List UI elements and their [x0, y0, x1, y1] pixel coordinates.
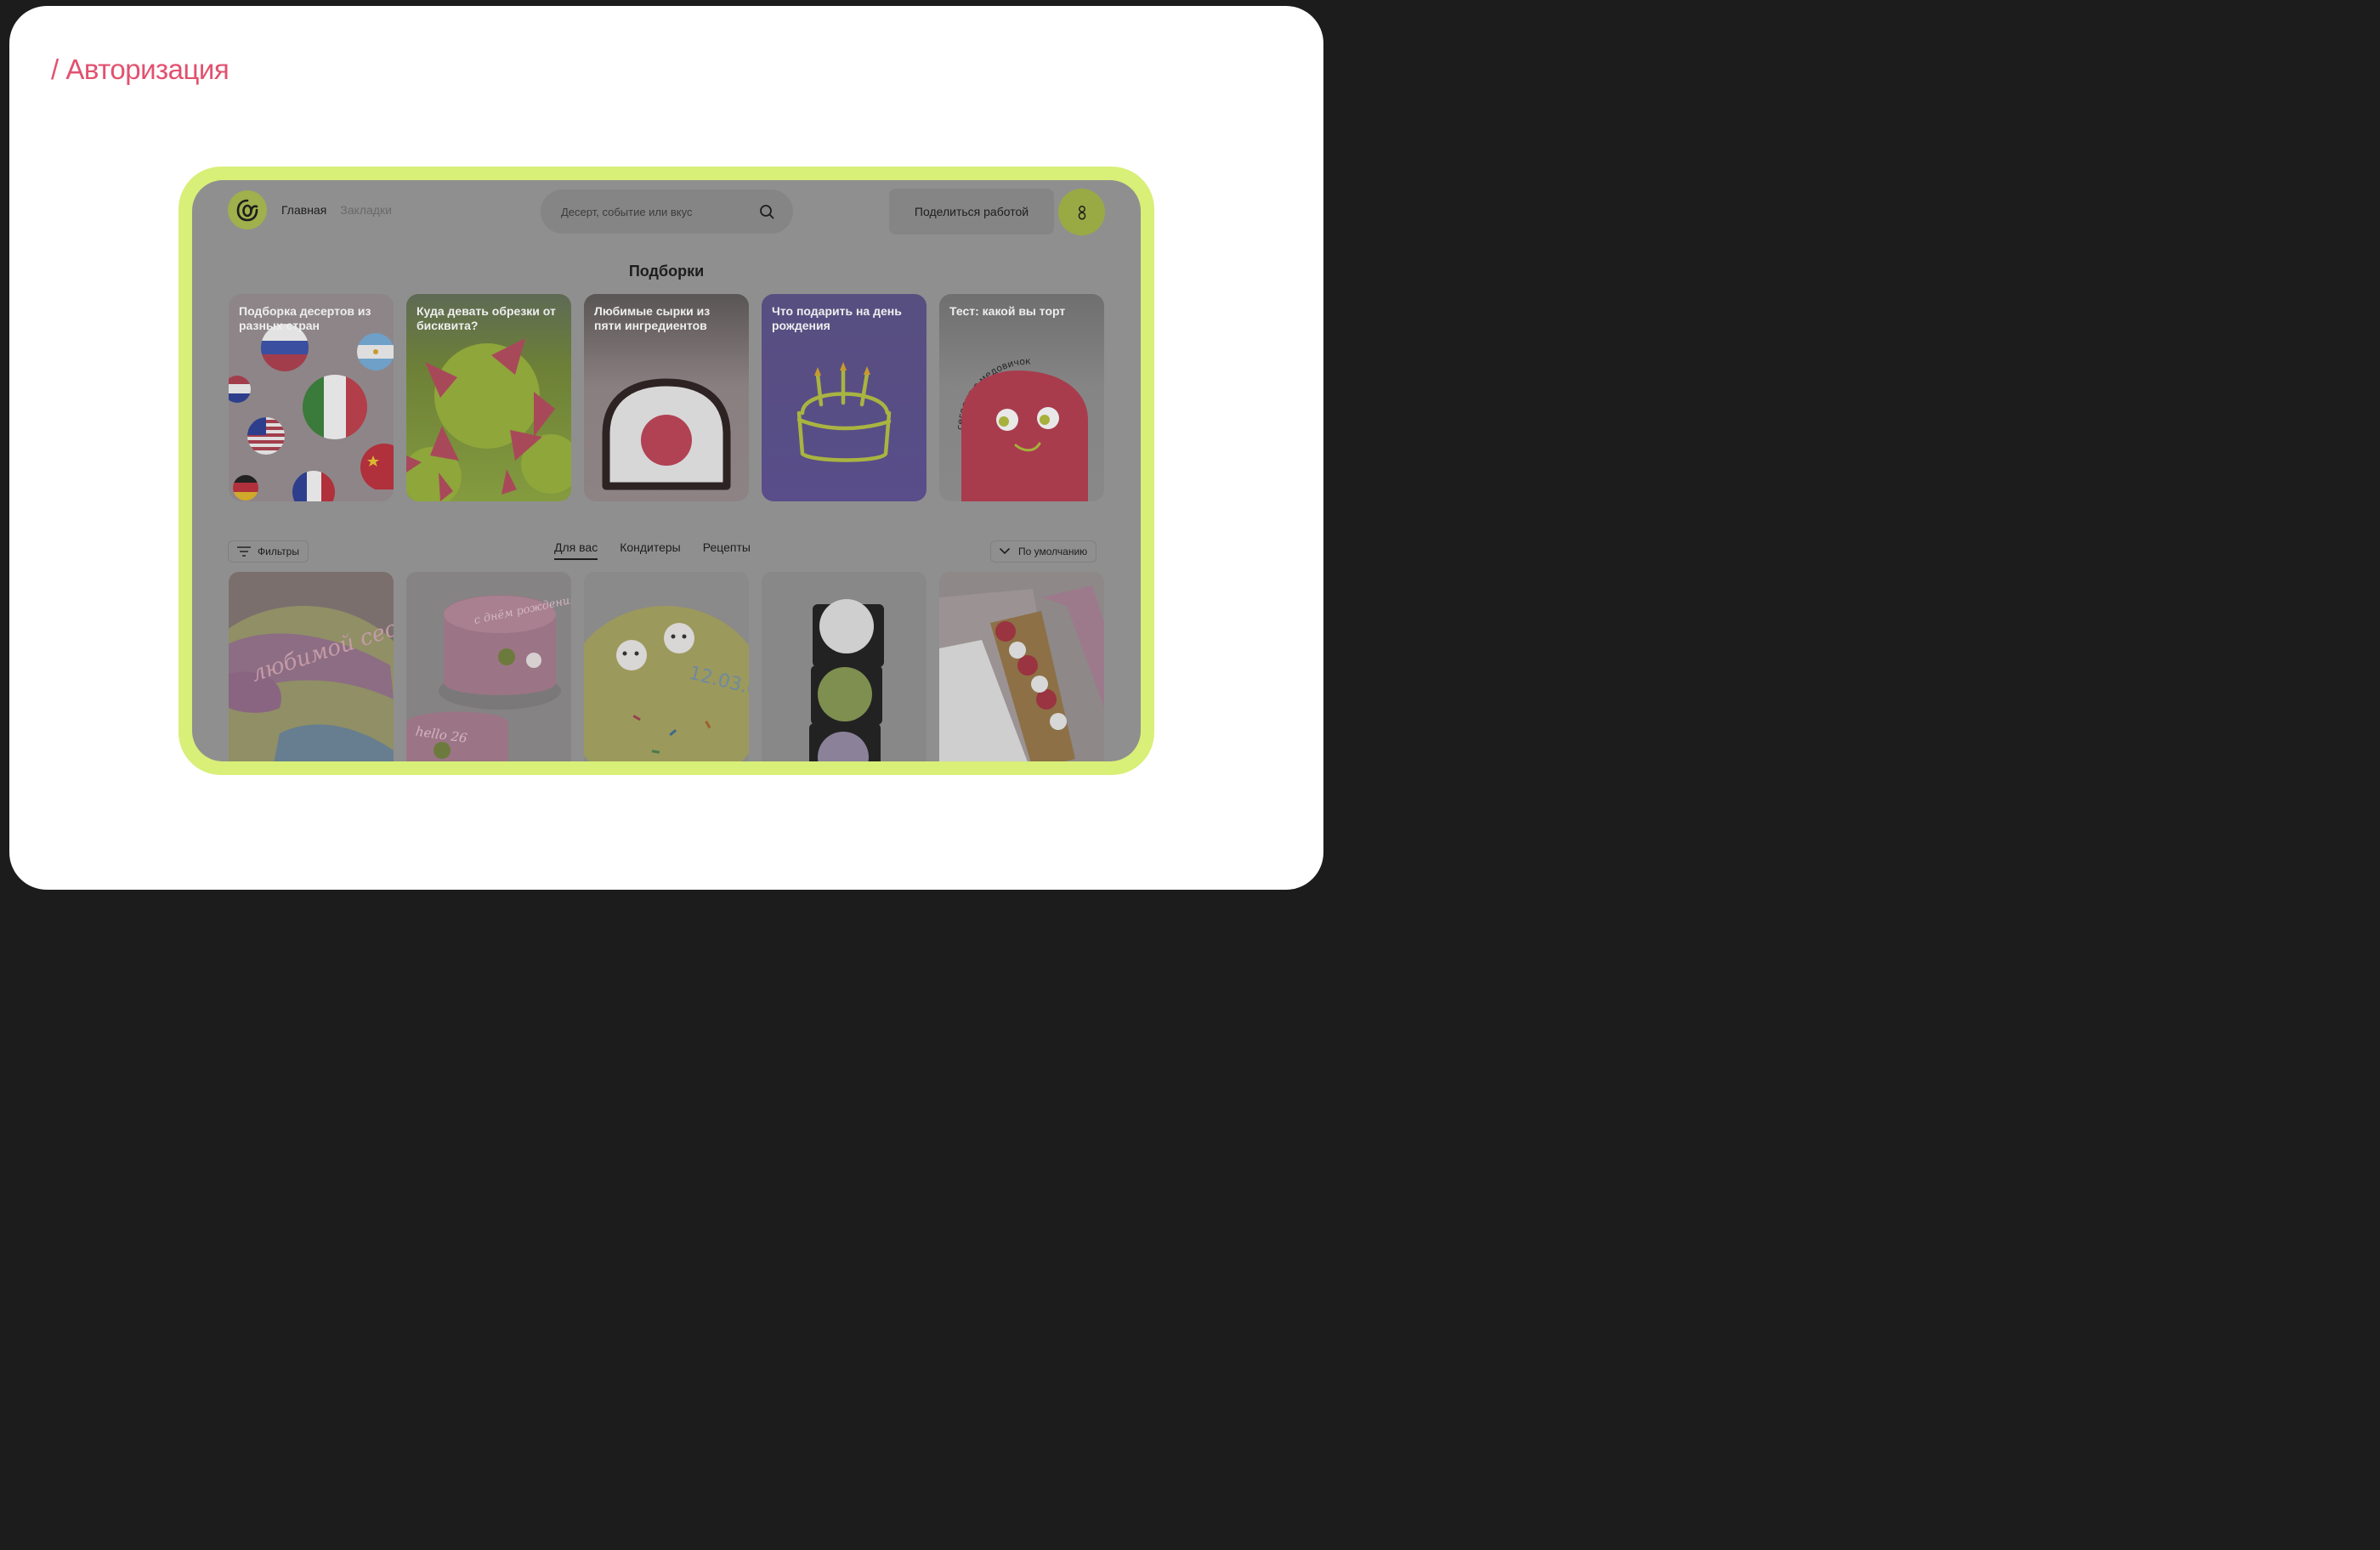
app-screen: Главная Закладки Поделиться работой Подб…: [192, 180, 1141, 761]
collections-title: Подборки: [628, 263, 705, 280]
card-title: Что подарить на день рождения: [772, 304, 902, 332]
card-title: Подборка десертов из разных стран: [239, 304, 371, 332]
tab-confectioners[interactable]: Кондитеры: [620, 540, 681, 560]
feed-card[interactable]: 12.03.00: [584, 572, 749, 761]
cake-photo: [939, 572, 1104, 761]
search-icon[interactable]: [759, 204, 774, 219]
device-frame: Главная Закладки Поделиться работой Подб…: [178, 167, 1154, 775]
card-title: Тест: какой вы торт: [949, 304, 1066, 318]
filters-button[interactable]: Фильтры: [228, 540, 309, 563]
cake-photo: любимой сестренке: [229, 572, 394, 761]
nav-bookmarks[interactable]: Закладки: [340, 203, 392, 217]
logo-icon[interactable]: [228, 190, 267, 229]
cake-photo: с днём рождения hello 26: [406, 572, 571, 761]
tab-for-you[interactable]: Для вас: [554, 540, 598, 560]
feed-card[interactable]: [939, 572, 1104, 761]
collection-card-desserts-countries[interactable]: Подборка десертов из разных стран: [229, 294, 394, 501]
feed-card[interactable]: любимой сестренке: [229, 572, 394, 761]
cake-photo: [762, 572, 926, 761]
tab-recipes[interactable]: Рецепты: [703, 540, 751, 560]
cake-photo: 12.03.00: [584, 572, 749, 761]
filters-label: Фильтры: [258, 546, 299, 557]
feed-card[interactable]: [762, 572, 926, 761]
collection-card-cake-quiz[interactable]: Тест: какой вы торт сегодня я медовичок: [939, 294, 1104, 501]
user-icon: [1078, 205, 1085, 220]
collection-card-syrki[interactable]: Любимые сырки из пяти ингредиентов: [584, 294, 749, 501]
card-title: Любимые сырки из пяти ингредиентов: [594, 304, 711, 332]
mascot-illustration: сегодня я медовичок: [955, 356, 1088, 501]
nav-home[interactable]: Главная: [281, 203, 326, 217]
page-sheet: / Авторизация Главная Закладки Поделитьс…: [9, 6, 1323, 890]
section-title: / Авторизация: [51, 54, 230, 85]
sort-dropdown[interactable]: По умолчанию: [990, 540, 1097, 563]
feed-tabs: Для вас Кондитеры Рецепты: [554, 540, 751, 560]
sort-label: По умолчанию: [1018, 546, 1088, 557]
main-nav: Главная Закладки: [281, 203, 392, 217]
search-input[interactable]: [559, 204, 759, 219]
collection-card-sponge-scraps[interactable]: Куда девать обрезки от бисквита?: [406, 294, 571, 501]
profile-button[interactable]: [1058, 189, 1105, 235]
card-title: Куда девать обрезки от бисквита?: [416, 304, 556, 332]
filter-icon: [237, 546, 251, 557]
search-bar: [541, 190, 793, 234]
chevron-down-icon: [1000, 548, 1010, 555]
share-work-button[interactable]: Поделиться работой: [889, 189, 1054, 235]
feed-card[interactable]: с днём рождения hello 26: [406, 572, 571, 761]
collection-card-birthday-gift[interactable]: Что подарить на день рождения: [762, 294, 926, 501]
